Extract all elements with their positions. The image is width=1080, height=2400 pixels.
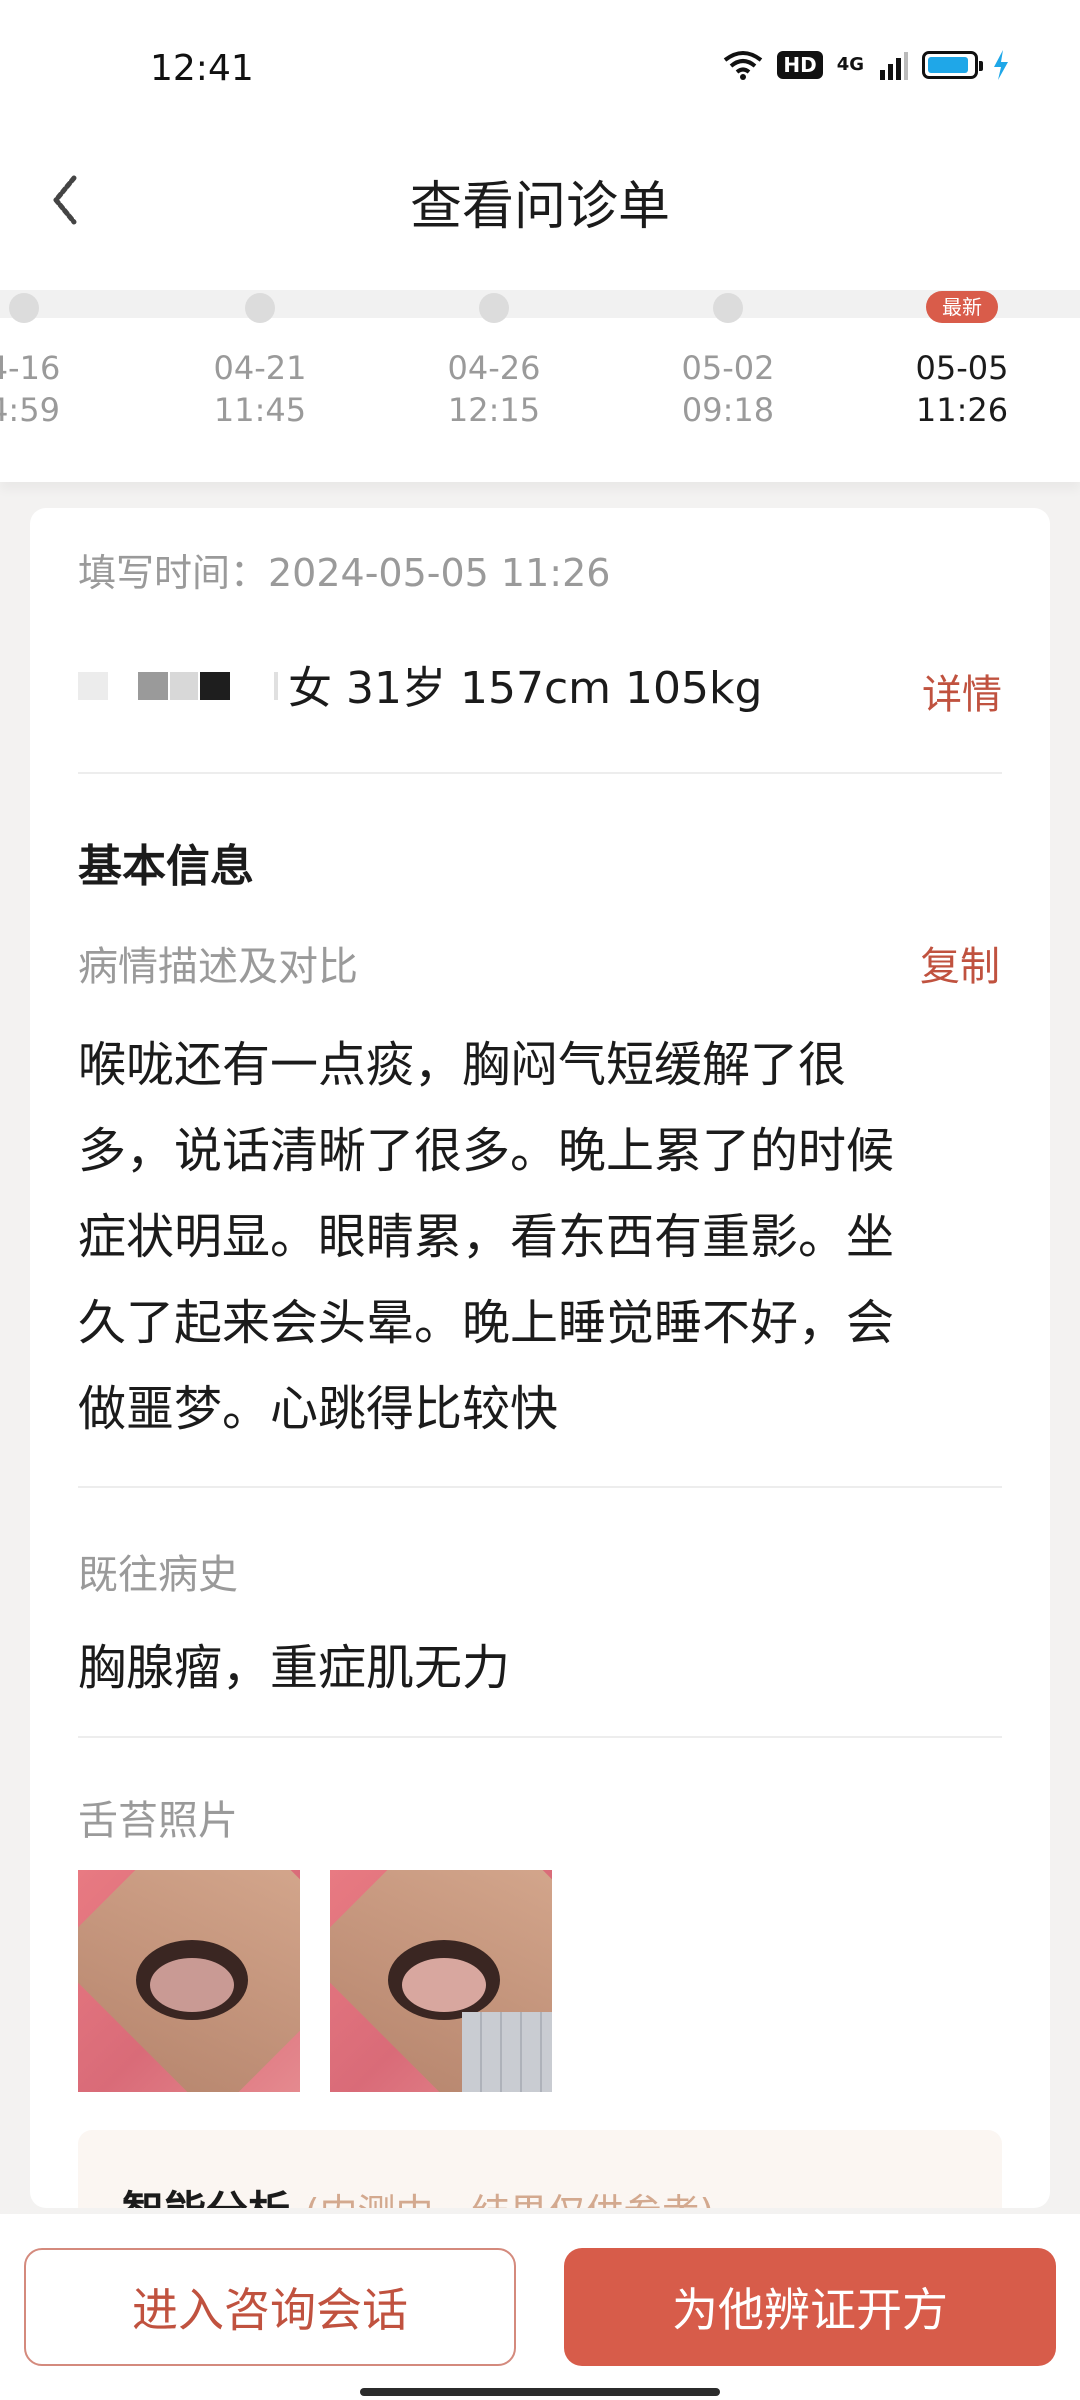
wifi-icon [724, 51, 763, 80]
details-link[interactable]: 详情 [922, 662, 1002, 720]
ai-beta-note: (内测中，结果仅供参考) [305, 2191, 715, 2208]
timeline-day: 05-02 [681, 349, 775, 387]
timeline-time: 4:59 [0, 390, 60, 429]
divider [78, 772, 1002, 774]
timeline-day: 04-26 [447, 349, 541, 387]
description-line: 症状明显。眼睛累，看东西有重影。坐 [78, 1209, 895, 1265]
patient-row: 女 31岁 157cm 105kg 详情 [78, 648, 1002, 720]
ai-analysis-panel: 智能分析 (内测中，结果仅供参考) [78, 2130, 1002, 2208]
home-indicator[interactable] [360, 2388, 720, 2396]
status-bar: 12:41 HD 4G [0, 0, 1080, 140]
timeline-date: 05-02 09:18 [628, 348, 828, 431]
battery-level [928, 57, 968, 73]
tongue-photo[interactable] [78, 1870, 300, 2092]
ai-title-text: 智能分析 [122, 2187, 290, 2208]
description-text: 喉咙还有一点痰，胸闷气短缓解了很 多，说话清晰了很多。晚上累了的时候 症状明显。… [78, 1022, 1008, 1452]
timeline-track [0, 290, 1080, 318]
timeline-time: 09:18 [681, 390, 775, 429]
history-label: 既往病史 [78, 1552, 238, 1598]
timeline-date: 4-16 4:59 [0, 348, 124, 431]
timeline-day: 04-21 [213, 349, 307, 387]
status-time: 12:41 [150, 48, 254, 89]
enter-consultation-button[interactable]: 进入咨询会话 [24, 2248, 516, 2366]
timeline-date: 04-26 12:15 [394, 348, 594, 431]
timeline-dot [479, 293, 509, 323]
tongue-photo-label: 舌苔照片 [78, 1798, 238, 1844]
timeline-date: 05-05 11:26 [862, 348, 1062, 431]
description-line: 久了起来会头晕。晚上睡觉睡不好，会 [78, 1295, 895, 1351]
fill-time: 填写时间：2024-05-05 11:26 [78, 551, 611, 595]
copy-button[interactable]: 复制 [920, 934, 1000, 992]
divider [78, 1736, 1002, 1738]
timeline-day: 4-16 [0, 349, 61, 387]
timeline-date: 04-21 11:45 [160, 348, 360, 431]
description-line: 多，说话清晰了很多。晚上累了的时候 [78, 1123, 895, 1179]
divider [78, 1486, 1002, 1488]
signal-icon [880, 52, 908, 80]
network-type: 4G [836, 54, 864, 75]
timeline-dot [713, 293, 743, 323]
prescribe-button[interactable]: 为他辨证开方 [564, 2248, 1056, 2366]
page-title: 查看问诊单 [409, 177, 670, 237]
section-title-basic-info: 基本信息 [78, 841, 254, 892]
timeline-dot [9, 293, 39, 323]
latest-badge: 最新 [926, 291, 998, 323]
header: 查看问诊单 [0, 140, 1080, 260]
description-label: 病情描述及对比 [78, 944, 358, 990]
description-line: 做噩梦。心跳得比较快 [78, 1381, 559, 1437]
status-icons: HD 4G [723, 50, 1010, 80]
patient-name-redacted [78, 662, 278, 706]
history-text: 胸腺瘤，重症肌无力 [78, 1640, 511, 1696]
timeline-time: 11:26 [915, 390, 1009, 429]
hd-badge: HD [777, 51, 823, 79]
patient-info: 女 31岁 157cm 105kg [288, 663, 763, 714]
ai-analysis-title: 智能分析 (内测中，结果仅供参考) [122, 2178, 714, 2208]
bottom-action-bar: 进入咨询会话 为他辨证开方 [0, 2214, 1080, 2400]
battery-icon [922, 51, 983, 79]
tongue-photo[interactable] [330, 1870, 552, 2092]
charging-icon [994, 50, 1008, 80]
timeline-dot [245, 293, 275, 323]
consultation-card: 填写时间：2024-05-05 11:26 女 31岁 157cm 105kg … [30, 508, 1050, 2208]
timeline-day: 05-05 [915, 349, 1009, 387]
consultation-timeline: 4-16 4:59 04-21 11:45 04-26 12:15 05-02 … [0, 260, 1080, 482]
description-line: 喉咙还有一点痰，胸闷气短缓解了很 [78, 1037, 847, 1093]
timeline-time: 12:15 [447, 390, 541, 429]
timeline-time: 11:45 [213, 390, 307, 429]
